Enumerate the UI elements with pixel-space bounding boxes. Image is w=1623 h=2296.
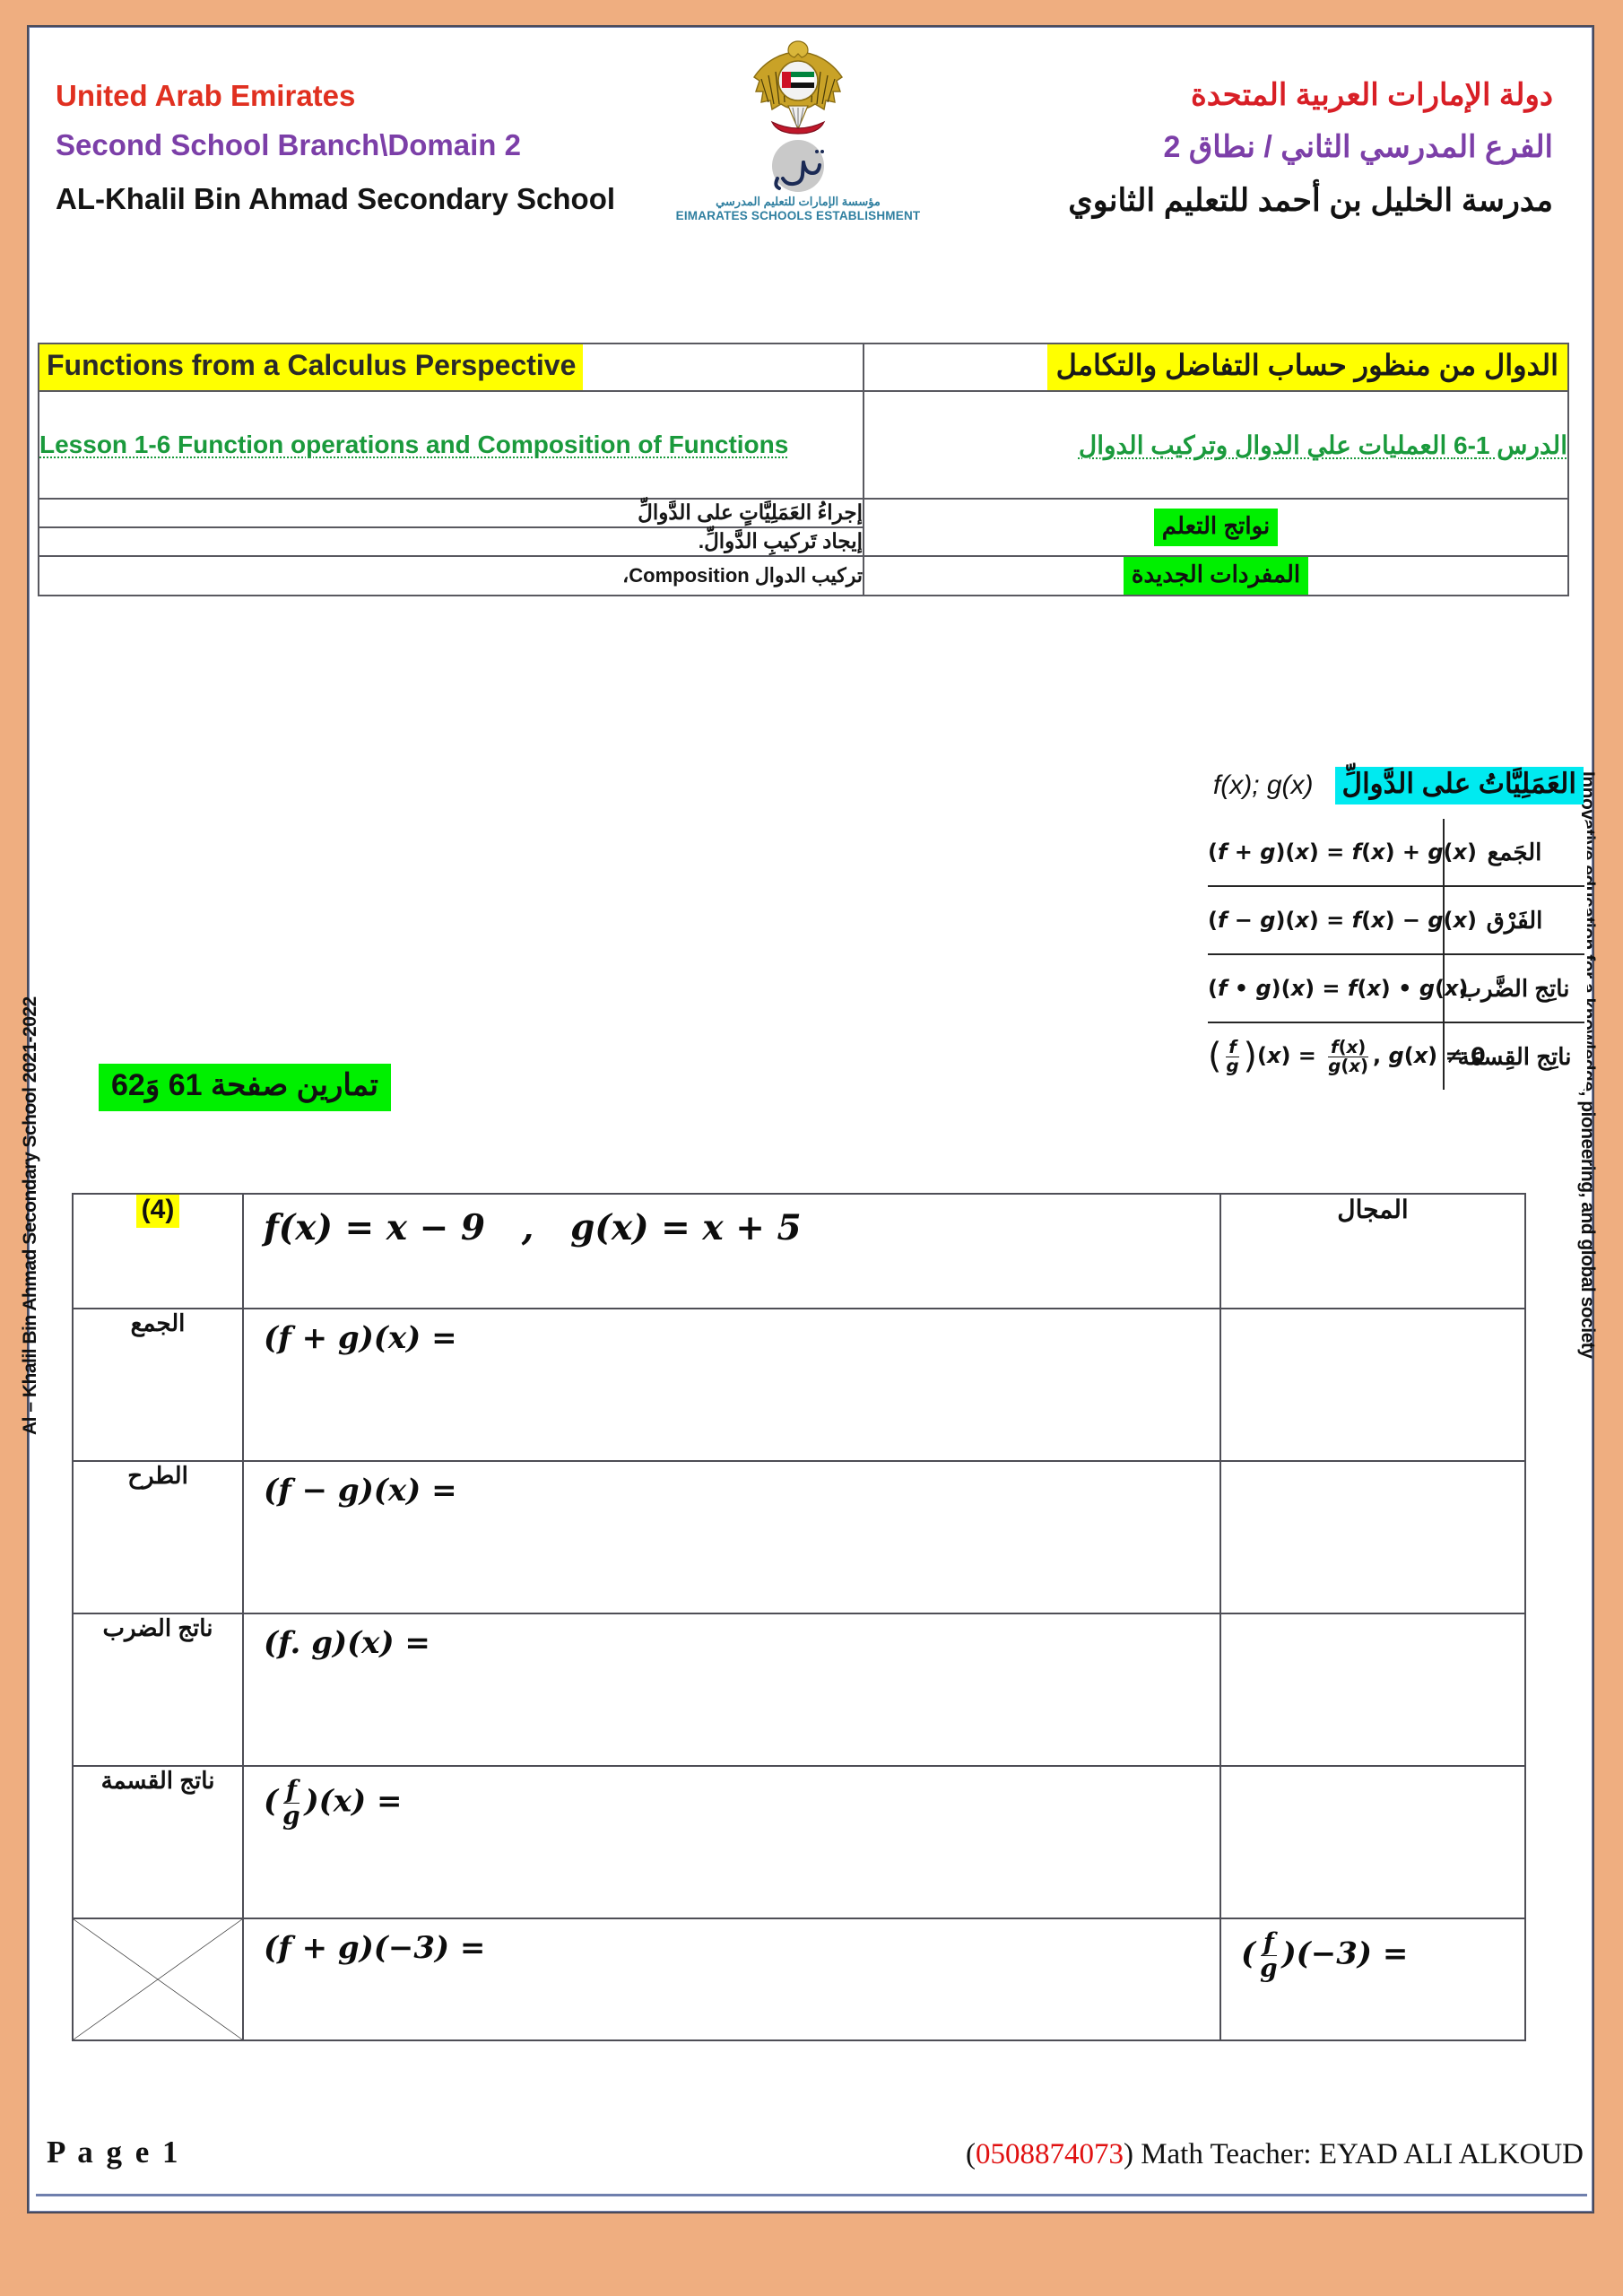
evaluation-right-cell[interactable]: (f g)(−3) = [1219, 1918, 1526, 2041]
left-margin-school-text: Al – Khalil Bin Ahmad Secondary School 2… [20, 996, 40, 1435]
operation-answer-cell[interactable]: (f. g)(x) = [242, 1613, 1221, 1767]
unit-title-ar: الدوال من منظور حساب التفاضل والتكامل [1046, 344, 1567, 391]
operation-formula-cell: (f • g)(x) = f(x) • g(x) [1208, 953, 1468, 1023]
given-functions-cell: f(x) = x − 9 , g(x) = x + 5 [242, 1193, 1221, 1309]
table-row-evaluation: (f + g)(−3) = (f g)(−3) = [72, 1918, 1526, 2041]
table-row: ناتج القسمة (f g)(x) = [72, 1765, 1526, 1919]
page-frame: Al – Khalil Bin Ahmad Secondary School 2… [0, 0, 1623, 2296]
exercises-page-note: تمارين صفحة 61 وَ62 [99, 1064, 391, 1112]
vocabulary-cell: تركيب الدوال Composition، [38, 554, 864, 596]
vocabulary-label: المفردات الجديدة [1123, 556, 1309, 595]
lesson-info-table: Functions from a Calculus Perspective ال… [38, 342, 1569, 596]
operations-title-ar: العَمَلِيَّاتُ على الدَّوالِّ [1334, 767, 1584, 805]
header-arabic-block: دولة الإمارات العربية المتحدة الفرع المد… [890, 77, 1553, 219]
header-school-ar: مدرسة الخليل بن أحمد للتعليم الثانوي [1068, 183, 1553, 218]
outcome-1-cell: إجراءُ العَمَلِيَّاتٍ على الدَّوالِّ [38, 498, 864, 529]
table-row-vocabulary: تركيب الدوال Composition، المفردات الجدي… [38, 554, 1569, 596]
outcome-2-cell: إيجاد تَركيبِ الدَّوالِّ. [38, 526, 864, 557]
evaluation-left-expression: (f + g)(−3) = [264, 1930, 486, 1966]
operation-label-cell: ناتج الضرب [72, 1613, 244, 1767]
operation-answer-cell[interactable]: (f g)(x) = [242, 1765, 1221, 1919]
operation-label-cell: ناتج القسمة [72, 1765, 244, 1919]
lesson-title-en-cell: Lesson 1-6 Function operations and Compo… [38, 390, 864, 500]
footer-divider [36, 2194, 1587, 2196]
operation-name-cell: ناتِج القِسمَة [1443, 1022, 1584, 1090]
vocabulary-label-cell: المفردات الجديدة [863, 554, 1569, 596]
page-number-label: P a g e 1 [47, 2135, 181, 2170]
evaluation-right-expression: (f g)(−3) = [1241, 1927, 1409, 1983]
lesson-title-ar-cell: الدرس 1-6 العمليات علي الدوال وتركيب الد… [863, 390, 1569, 500]
operation-label-cell: الطرح [72, 1460, 244, 1614]
header-school-en: AL-Khalil Bin Ahmad Secondary School [56, 182, 616, 216]
outcomes-label-cell: نواتج التعلم [863, 498, 1569, 557]
operation-expression: (f. g)(x) = [264, 1625, 430, 1661]
document-header: United Arab Emirates Second School Branc… [36, 36, 1560, 314]
header-country-en: United Arab Emirates [56, 79, 356, 112]
domain-header-cell: المجال [1219, 1193, 1526, 1309]
cross-out-icon [74, 1919, 242, 2039]
unit-title-ar-cell: الدوال من منظور حساب التفاضل والتكامل [863, 342, 1569, 393]
teacher-phone-number: 0508874073 [975, 2138, 1124, 2170]
document-footer: P a g e 1 (0508874073) Math Teacher: EYA… [36, 2124, 1587, 2196]
table-row: الطرح (f − g)(x) = [72, 1460, 1526, 1614]
operation-expression: (f g)(x) = [264, 1775, 403, 1831]
question-number: (4) [135, 1195, 180, 1228]
domain-answer-cell[interactable] [1219, 1308, 1526, 1462]
function-operations-rules-table: (f + g)(x) = f(x) + g(x) الجَمع (f − g)(x)… [1205, 816, 1587, 1092]
operation-expression: (f − g)(x) = [264, 1473, 457, 1509]
header-country-ar: دولة الإمارات العربية المتحدة [1190, 78, 1553, 112]
uae-falcon-emblem-icon [753, 40, 843, 135]
table-row: (f − g)(x) = f(x) − g(x) الفَرْق [1208, 885, 1584, 955]
evaluation-left-cell[interactable]: (f + g)(−3) = [242, 1918, 1221, 2041]
domain-answer-cell[interactable] [1219, 1460, 1526, 1614]
outcomes-label: نواتج التعلم [1153, 509, 1279, 546]
operation-answer-cell[interactable]: (f + g)(x) = [242, 1308, 1221, 1462]
lesson-title-en: Lesson 1-6 Function operations and Compo… [39, 430, 789, 458]
operation-formula-cell: (f g)(x) = f(x) g(x), g(x) ≠ 0 [1208, 1022, 1486, 1090]
table-row: ناتج الضرب (f. g)(x) = [72, 1613, 1526, 1767]
operation-expression: (f + g)(x) = [264, 1320, 457, 1356]
header-branch-ar: الفرع المدرسي الثاني / نطاق 2 [1163, 130, 1553, 164]
operations-functions-label: f(x); g(x) [1212, 770, 1314, 801]
table-row-outcome-1: إجراءُ العَمَلِيَّاتٍ على الدَّوالِّ نوا… [38, 498, 1569, 557]
question-number-cell: (4) [72, 1193, 244, 1309]
teacher-contact-line: (0508874073) Math Teacher: EYAD ALI ALKO… [966, 2138, 1584, 2171]
operations-title-row: f(x); g(x) العَمَلِيَّاتُ على الدَّوالِّ [1010, 767, 1584, 805]
lesson-title-ar: الدرس 1-6 العمليات علي الدوال وتركيب الد… [1078, 430, 1567, 459]
table-row-unit-title: Functions from a Calculus Perspective ال… [38, 342, 1569, 393]
operation-name-cell: ناتِج الضَّرب [1443, 953, 1584, 1023]
teacher-name-text: ) Math Teacher: EYAD ALI ALKOUD [1123, 2138, 1584, 2170]
unit-title-en-cell: Functions from a Calculus Perspective [38, 342, 864, 393]
header-branch-en: Second School Branch\Domain 2 [56, 127, 521, 161]
unit-title-en: Functions from a Calculus Perspective [39, 344, 584, 391]
given-functions-expression: f(x) = x − 9 , g(x) = x + 5 [264, 1207, 802, 1248]
operation-formula-cell: (f − g)(x) = f(x) − g(x) [1208, 885, 1477, 955]
table-row: (f • g)(x) = f(x) • g(x) ناتِج الضَّرب [1208, 953, 1584, 1023]
domain-answer-cell[interactable] [1219, 1613, 1526, 1767]
header-english-block: United Arab Emirates Second School Branc… [56, 79, 665, 216]
emirates-schools-establishment-icon [772, 140, 824, 192]
operation-answer-cell[interactable]: (f − g)(x) = [242, 1460, 1221, 1614]
domain-answer-cell[interactable] [1219, 1765, 1526, 1919]
domain-header: المجال [1337, 1196, 1409, 1223]
operation-formula-cell: (f + g)(x) = f(x) + g(x) [1208, 819, 1477, 887]
operation-label-cell: الجمع [72, 1308, 244, 1462]
footer-open-paren: ( [965, 2138, 976, 2170]
table-row: (f + g)(x) = f(x) + g(x) الجَمع [1208, 819, 1584, 887]
table-row-lesson-title: Lesson 1-6 Function operations and Compo… [38, 390, 1569, 500]
table-row-question-header: (4) f(x) = x − 9 , g(x) = x + 5 المجال [72, 1193, 1526, 1309]
table-row: الجمع (f + g)(x) = [72, 1308, 1526, 1462]
table-row: (f g)(x) = f(x) g(x), g(x) ≠ 0 ناتِج القِسم… [1208, 1022, 1584, 1090]
exercise-worksheet-table: (4) f(x) = x − 9 , g(x) = x + 5 المجال ا… [72, 1193, 1526, 2041]
crossed-out-cell [72, 1918, 244, 2041]
